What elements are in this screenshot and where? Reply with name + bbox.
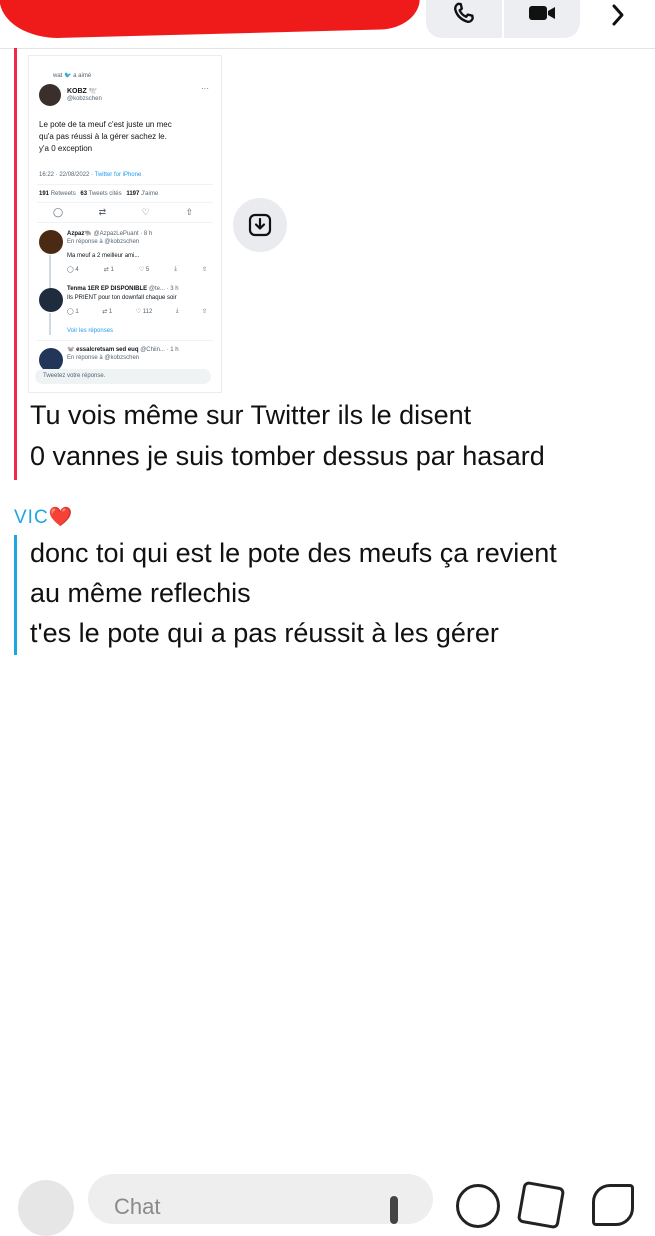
- divider: [37, 222, 213, 223]
- tweet-actions: ◯ ⇄ ♡ ⇧: [53, 207, 193, 218]
- chat-input[interactable]: Chat: [88, 1174, 433, 1224]
- author-avatar: [39, 84, 61, 106]
- reply-to: En réponse à @kobzschen: [67, 355, 140, 361]
- video-icon: [529, 6, 555, 20]
- camera-button[interactable]: [18, 1180, 74, 1236]
- more-chevron-button[interactable]: [600, 0, 636, 30]
- reply-handle: @Chiin... · 1 h: [140, 347, 179, 353]
- retweet-count-value: 1: [110, 267, 114, 273]
- phone-icon: [454, 2, 474, 23]
- microphone-icon[interactable]: [390, 1196, 398, 1224]
- retweets-label: Retweets: [50, 191, 76, 197]
- chevron-right-icon: [612, 4, 624, 26]
- tweet-text-line: Le pote de ta meuf c'est juste un mec: [39, 120, 172, 129]
- reply-name: Tenma 1ER EP DISPONIBLE: [67, 286, 148, 292]
- like-icon: ♡: [141, 207, 150, 217]
- retweet-count: ⇄ 1: [103, 267, 114, 273]
- download-icon: ⤓: [175, 308, 179, 314]
- call-button-group: [426, 0, 580, 38]
- emoji-icon[interactable]: [456, 1184, 500, 1228]
- tweet-screenshot-image[interactable]: wat 🐦 a aimé KOBZ 🕊️ @kobzschen ··· Le p…: [28, 55, 222, 393]
- share-icon: ⇧: [185, 207, 193, 217]
- divider: [37, 340, 213, 341]
- reply-header: 🐭 essalcretsam sed euq @Chiin... · 1 h: [67, 346, 179, 353]
- author-name: KOBZ 🕊️: [67, 88, 98, 95]
- reply-count: ◯ 1: [67, 309, 79, 315]
- my-message-bar: [14, 48, 17, 480]
- author-handle: @kobzschen: [67, 96, 102, 102]
- share-icon: ⇧: [201, 309, 207, 315]
- reply-placeholder: Tweetez votre réponse.: [43, 373, 106, 379]
- reply-to: En réponse à @kobzschen: [67, 239, 140, 245]
- reply-actions: ◯ 4 ⇄ 1 ♡ 5 ⤓ ⇧: [67, 266, 207, 273]
- timestamp-text: 16:22 · 22/08/2022 ·: [39, 172, 95, 178]
- thread-line: [49, 313, 51, 335]
- phone-call-button[interactable]: [426, 0, 502, 38]
- friend-message-text: au même reflechis: [30, 578, 251, 608]
- like-count: ♡ 5: [138, 267, 150, 273]
- quotes-count: 63: [80, 191, 88, 197]
- tweet-text-line: qu'a pas réussi à la gérer sachez le.: [39, 132, 167, 141]
- rocket-icon[interactable]: [592, 1184, 634, 1226]
- like-count-value: 112: [142, 309, 153, 315]
- like-count: ♡ 112: [135, 309, 153, 315]
- reply-count-value: 4: [75, 267, 79, 273]
- divider: [37, 184, 213, 185]
- chat-header: [0, 0, 655, 49]
- tweet-stats: 191 Retweets 63 Tweets cités 1197 J'aime: [39, 191, 158, 197]
- chat-placeholder: Chat: [114, 1194, 161, 1219]
- sender-name: VIC❤️: [14, 507, 74, 528]
- save-image-button[interactable]: [233, 198, 287, 252]
- friend-message-bar: [14, 535, 17, 655]
- my-message-text: Tu vois même sur Twitter ils le disent: [30, 400, 472, 430]
- reply-avatar: [39, 230, 63, 254]
- thread-line: [49, 255, 51, 289]
- share-icon: ⇧: [201, 267, 207, 273]
- reply-icon: ◯: [53, 207, 64, 217]
- reply-box: Tweetez votre réponse.: [35, 369, 211, 384]
- chat-composer-bar: Chat: [0, 1168, 655, 1236]
- reply-handle: @te... · 3 h: [148, 286, 179, 292]
- download-icon: [248, 213, 272, 237]
- reply-count-value: 1: [75, 309, 79, 315]
- tweet-timestamp: 16:22 · 22/08/2022 · Twitter for iPhone: [39, 172, 141, 178]
- quotes-label: Tweets cités: [88, 191, 122, 197]
- reply-actions: ◯ 1 ⇄ 1 ♡ 112 ⤓ ⇧: [67, 308, 207, 315]
- liked-by-text: wat 🐦 a aimé: [53, 73, 92, 79]
- retweet-icon: ⇄: [98, 207, 107, 217]
- tweet-more-icon: ···: [201, 84, 209, 93]
- retweet-count-value: 1: [108, 309, 113, 315]
- reply-name: Azpaz🐃: [67, 231, 92, 237]
- video-call-button[interactable]: [504, 0, 580, 38]
- divider: [37, 202, 213, 203]
- reply-text: Ils PRIENT pour ton downfall chaque soir: [67, 295, 177, 301]
- like-count-value: 5: [145, 267, 150, 273]
- reply-name: 🐭 essalcretsam sed euq: [67, 347, 139, 353]
- friend-message-text: donc toi qui est le pote des meufs ça re…: [30, 538, 557, 568]
- sticker-icon[interactable]: [516, 1180, 566, 1230]
- retweets-count: 191: [39, 191, 50, 197]
- retweet-count: ⇄ 1: [102, 309, 113, 315]
- friend-message-text: t'es le pote qui a pas réussit à les gér…: [30, 618, 499, 648]
- reply-header: Tenma 1ER EP DISPONIBLE @te... · 3 h: [67, 286, 179, 292]
- tweet-text-line: y'a 0 exception: [39, 144, 93, 153]
- likes-count: 1197: [126, 191, 140, 197]
- my-message-text: 0 vannes je suis tomber dessus par hasar…: [30, 441, 545, 471]
- redacted-name-scribble: [0, 0, 421, 40]
- reply-avatar: [39, 288, 63, 312]
- download-icon: ⤓: [174, 266, 177, 272]
- reply-handle: @AzpazLePuant · 8 h: [93, 231, 153, 237]
- tweet-source: Twitter for iPhone: [94, 172, 142, 178]
- likes-label: J'aime: [141, 191, 159, 197]
- reply-text: Ma meuf a 2 meilleur ami...: [67, 253, 140, 259]
- tweet-text: Le pote de ta meuf c'est juste un mec qu…: [39, 119, 219, 155]
- reply-count: ◯ 4: [67, 267, 79, 273]
- reply-header: Azpaz🐃 @AzpazLePuant · 8 h: [67, 230, 152, 237]
- see-replies-link: Voir les réponses: [67, 328, 114, 334]
